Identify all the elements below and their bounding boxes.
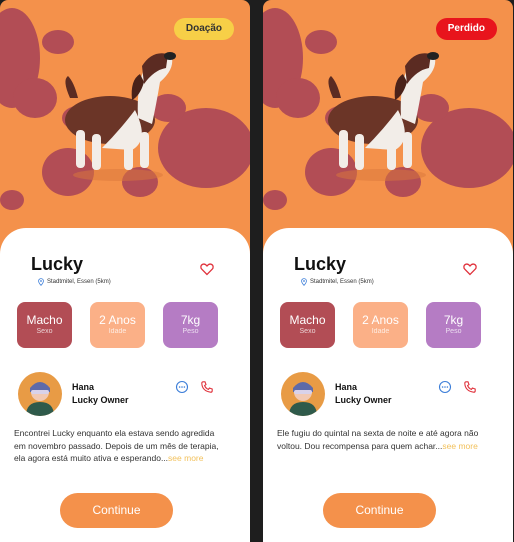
pet-description: Ele fugiu do quintal na sexta de noite e… — [277, 427, 487, 452]
continue-button[interactable]: Continue — [323, 493, 436, 528]
dog-image — [328, 52, 439, 181]
pet-info-card: Lucky Stadtmitel, Essen (5km) Macho Sexo … — [0, 228, 250, 542]
chat-icon[interactable] — [438, 380, 452, 394]
location-pin-icon — [301, 278, 307, 286]
stat-sex-value: Macho — [289, 313, 326, 327]
see-more-link[interactable]: see more — [168, 453, 203, 463]
location-text: Stadtmitel, Essen (5km) — [47, 279, 111, 285]
status-badge: Perdido — [435, 18, 497, 40]
owner-avatar — [281, 372, 325, 416]
stat-age-value: 2 Anos — [362, 313, 399, 327]
favorite-heart-icon[interactable] — [200, 262, 214, 276]
stat-weight: 7kg Peso — [163, 302, 218, 348]
owner-avatar — [18, 372, 62, 416]
stat-age-label: Idade — [108, 328, 127, 335]
owner-name: Hana — [72, 382, 95, 392]
location-text: Stadtmitel, Essen (5km) — [310, 279, 374, 285]
stat-sex: Macho Sexo — [280, 302, 335, 348]
stat-sex: Macho Sexo — [17, 302, 72, 348]
stat-age-label: Idade — [371, 328, 390, 335]
pet-detail-screen-lost: Perdido Lucky Stadtmitel, Essen (5km) Ma… — [263, 0, 513, 542]
phone-icon[interactable] — [463, 380, 477, 394]
stat-weight-value: 7kg — [443, 313, 464, 327]
dog-image — [65, 52, 176, 181]
stat-weight: 7kg Peso — [426, 302, 481, 348]
stat-weight-label: Peso — [182, 328, 199, 335]
pet-name: Lucky — [294, 254, 347, 274]
continue-button[interactable]: Continue — [60, 493, 173, 528]
owner-role: Lucky Owner — [335, 395, 392, 405]
pet-location: Stadtmitel, Essen (5km) — [300, 278, 374, 286]
stat-age-value: 2 Anos — [99, 313, 136, 327]
chat-icon[interactable] — [175, 380, 189, 394]
pet-detail-screen-adoption: Doação Lucky Stadtmitel, Essen (5km) Mac… — [0, 0, 250, 542]
pet-name: Lucky — [31, 254, 84, 274]
stat-age: 2 Anos Idade — [90, 302, 145, 348]
pet-location: Stadtmitel, Essen (5km) — [37, 278, 111, 286]
pet-description: Encontrei Lucky enquanto ela estava send… — [14, 427, 224, 465]
stat-sex-value: Macho — [26, 313, 63, 327]
favorite-heart-icon[interactable] — [463, 262, 477, 276]
owner-name: Hana — [335, 382, 358, 392]
stat-sex-label: Sexo — [36, 328, 53, 335]
see-more-link[interactable]: see more — [442, 441, 477, 451]
location-pin-icon — [38, 278, 44, 286]
stat-age: 2 Anos Idade — [353, 302, 408, 348]
phone-icon[interactable] — [200, 380, 214, 394]
stat-weight-value: 7kg — [180, 313, 201, 327]
status-badge: Doação — [173, 18, 234, 40]
stat-sex-label: Sexo — [299, 328, 316, 335]
pet-info-card: Lucky Stadtmitel, Essen (5km) Macho Sexo … — [263, 228, 513, 542]
owner-role: Lucky Owner — [72, 395, 129, 405]
stat-weight-label: Peso — [445, 328, 462, 335]
